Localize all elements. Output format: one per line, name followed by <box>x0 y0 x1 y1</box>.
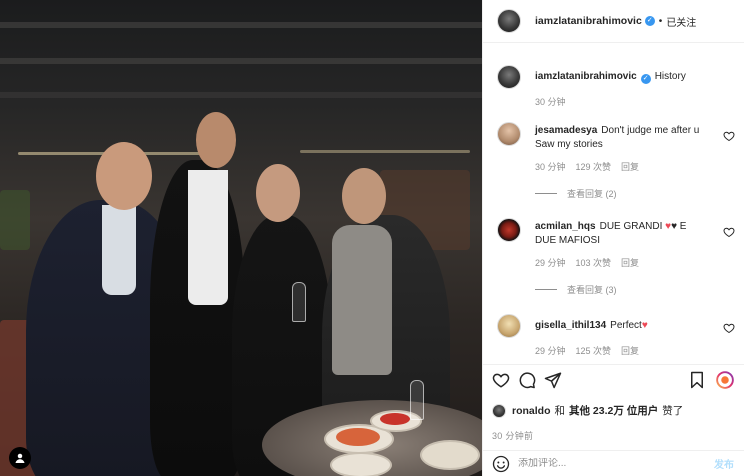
avatar[interactable] <box>497 9 521 33</box>
ceiling-beam <box>0 22 482 28</box>
food <box>336 428 380 446</box>
comment-likes[interactable]: 125 次赞 <box>576 344 612 357</box>
comment-input[interactable] <box>518 458 714 469</box>
comment-meta: 29 分钟 125 次赞 回复 <box>535 344 744 357</box>
shirt <box>188 170 228 305</box>
heart-outline-icon[interactable] <box>492 371 510 389</box>
caption-time: 30 分钟 <box>535 97 566 107</box>
like-comment-heart-icon[interactable] <box>723 322 735 334</box>
likes-connector: 和 <box>554 405 566 417</box>
view-replies-button[interactable]: 查看回复 (2) <box>535 187 744 200</box>
post-side-panel: iamzlatanibrahimovic ✓ • 已关注 iamzlatanib… <box>482 0 744 476</box>
comment-text: Perfect <box>610 320 642 331</box>
view-replies-label: 查看回复 (2) <box>567 189 617 199</box>
shirt <box>102 205 136 295</box>
divider-line <box>535 193 557 194</box>
caption-text-block: iamzlatanibrahimovic ✓ History <box>535 65 730 89</box>
view-replies-button[interactable]: 查看回复 (3) <box>535 283 744 296</box>
face <box>96 142 152 210</box>
light-strip <box>300 150 470 153</box>
likes-summary: ronaldo 和 其他 23.2万 位用户 赞了 <box>492 403 734 418</box>
post-viewer: iamzlatanibrahimovic ✓ • 已关注 iamzlatanib… <box>0 0 744 476</box>
face <box>342 168 386 224</box>
caption-text: History <box>654 71 686 82</box>
food-bowl <box>330 452 392 476</box>
comment-likes[interactable]: 129 次赞 <box>576 160 612 173</box>
add-comment-bar: 发布 <box>483 450 744 476</box>
comment-text: DUE GRANDI <box>599 221 666 232</box>
ceiling-beam <box>0 58 482 64</box>
reply-button[interactable]: 回复 <box>621 160 639 173</box>
caption-meta: 30 分钟 <box>535 95 744 108</box>
comment-text-block: jesamadesya Don't judge me after u Saw my… <box>535 122 730 152</box>
post-photo[interactable] <box>0 0 482 476</box>
bookmark-icon[interactable] <box>688 371 706 389</box>
author-username[interactable]: iamzlatanibrahimovic <box>535 15 642 27</box>
caption-username[interactable]: iamzlatanibrahimovic <box>535 71 637 82</box>
wine-glass <box>292 282 306 322</box>
liker-username[interactable]: ronaldo <box>512 405 551 417</box>
paper-plane-icon[interactable] <box>544 371 562 389</box>
comment-text-block: acmilan_hqs DUE GRANDI ♥♥ E DUE MAFIOSI <box>535 218 730 248</box>
post-time-ago[interactable]: 30 分钟前 <box>492 429 533 442</box>
comment-likes[interactable]: 103 次赞 <box>576 256 612 269</box>
comment-text-block: gisella_ithil134 Perfect♥ <box>535 314 730 338</box>
verified-badge-icon: ✓ <box>644 16 655 26</box>
face <box>256 164 300 222</box>
avatar[interactable] <box>497 314 521 338</box>
like-comment-heart-icon[interactable] <box>723 226 735 238</box>
tagged-users-button[interactable] <box>9 447 31 469</box>
reply-button[interactable]: 回复 <box>621 256 639 269</box>
like-comment-heart-icon[interactable] <box>723 130 735 142</box>
avatar[interactable] <box>497 122 521 146</box>
background-plant <box>0 190 30 250</box>
avatar[interactable] <box>492 403 506 418</box>
comment-username[interactable]: gisella_ithil134 <box>535 320 606 331</box>
comment-time: 29 分钟 <box>535 346 566 356</box>
wine-glass <box>410 380 424 420</box>
comment-username[interactable]: jesamadesya <box>535 125 597 136</box>
comment-item: acmilan_hqs DUE GRANDI ♥♥ E DUE MAFIOSI <box>483 218 744 248</box>
comment-item: gisella_ithil134 Perfect♥ <box>483 314 744 338</box>
reply-button[interactable]: 回复 <box>621 344 639 357</box>
caption: iamzlatanibrahimovic ✓ History <box>483 65 744 89</box>
view-replies-label: 查看回复 (3) <box>567 285 617 295</box>
ceiling-beam <box>0 92 482 98</box>
others-likes-link[interactable]: 其他 23.2万 位用户 <box>569 403 658 418</box>
comment-bubble-icon[interactable] <box>518 371 536 389</box>
comment-time: 30 分钟 <box>535 162 566 172</box>
comment-time: 29 分钟 <box>535 258 566 268</box>
post-action-bar <box>483 364 744 390</box>
user-icon <box>15 453 25 463</box>
food-plate <box>420 440 480 470</box>
gift-badge-icon[interactable] <box>716 370 734 389</box>
separator-dot: • <box>658 15 663 27</box>
divider-line <box>535 289 557 290</box>
face <box>196 112 236 168</box>
comments-list[interactable]: iamzlatanibrahimovic ✓ History 30 分钟 jesam… <box>483 53 744 358</box>
post-comment-button[interactable]: 发布 <box>714 456 734 471</box>
smiley-icon[interactable] <box>492 455 510 473</box>
comment-item: jesamadesya Don't judge me after u Saw my… <box>483 122 744 152</box>
sweater <box>332 225 392 375</box>
verified-badge-icon: ✓ <box>640 74 651 84</box>
comment-username[interactable]: acmilan_hqs <box>535 221 596 232</box>
comment-meta: 29 分钟 103 次赞 回复 <box>535 256 744 269</box>
follow-status-button[interactable]: 已关注 <box>666 14 696 29</box>
avatar[interactable] <box>497 65 521 89</box>
post-header: iamzlatanibrahimovic ✓ • 已关注 <box>483 0 744 43</box>
likes-suffix: 赞了 <box>662 405 684 417</box>
comment-meta: 30 分钟 129 次赞 回复 <box>535 160 744 173</box>
red-heart-emoji-icon: ♥ <box>641 320 648 331</box>
food <box>380 413 410 425</box>
avatar[interactable] <box>497 218 521 242</box>
